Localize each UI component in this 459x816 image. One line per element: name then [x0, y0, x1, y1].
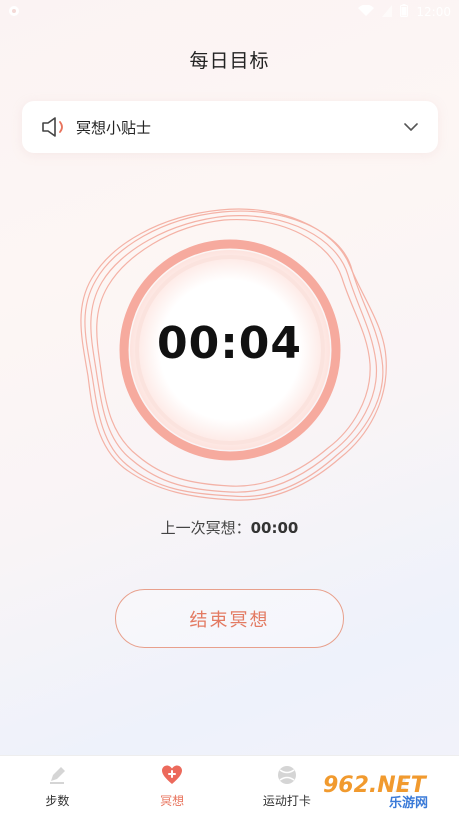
tab-exercise-label: 运动打卡: [262, 793, 311, 808]
tab-steps-label: 步数: [45, 793, 70, 808]
ball-icon: [277, 765, 296, 784]
tips-label: 冥想小贴士: [76, 118, 152, 137]
settings-dot-icon: [8, 5, 20, 20]
speaker-icon: [42, 117, 63, 137]
pen-icon: [50, 766, 66, 784]
last-session-value: 00:00: [250, 519, 299, 537]
end-meditation-button[interactable]: 结束冥想: [115, 589, 344, 648]
wifi-icon: [358, 4, 375, 20]
battery-icon: [400, 4, 409, 20]
watermark-text: 962.NET: [323, 773, 428, 798]
chevron-down-icon[interactable]: [402, 118, 420, 136]
status-time: 12:00: [416, 5, 451, 19]
watermark-subtext: 乐游网: [389, 795, 428, 811]
signal-icon: [382, 4, 393, 20]
tab-steps[interactable]: 步数: [0, 756, 115, 816]
watermark-logo: 962.NET 乐游网: [317, 770, 453, 811]
tab-meditation[interactable]: 冥想: [115, 756, 230, 816]
last-session: 上一次冥想：00:00: [0, 517, 459, 538]
last-session-label: 上一次冥想：: [160, 519, 251, 537]
timer-display: 00:04: [156, 318, 303, 369]
heart-plus-icon: [162, 765, 183, 784]
tab-meditation-label: 冥想: [160, 793, 185, 808]
tips-dropdown[interactable]: 冥想小贴士: [22, 101, 438, 153]
status-bar: 12:00: [0, 0, 459, 24]
page-title: 每日目标: [189, 50, 270, 72]
